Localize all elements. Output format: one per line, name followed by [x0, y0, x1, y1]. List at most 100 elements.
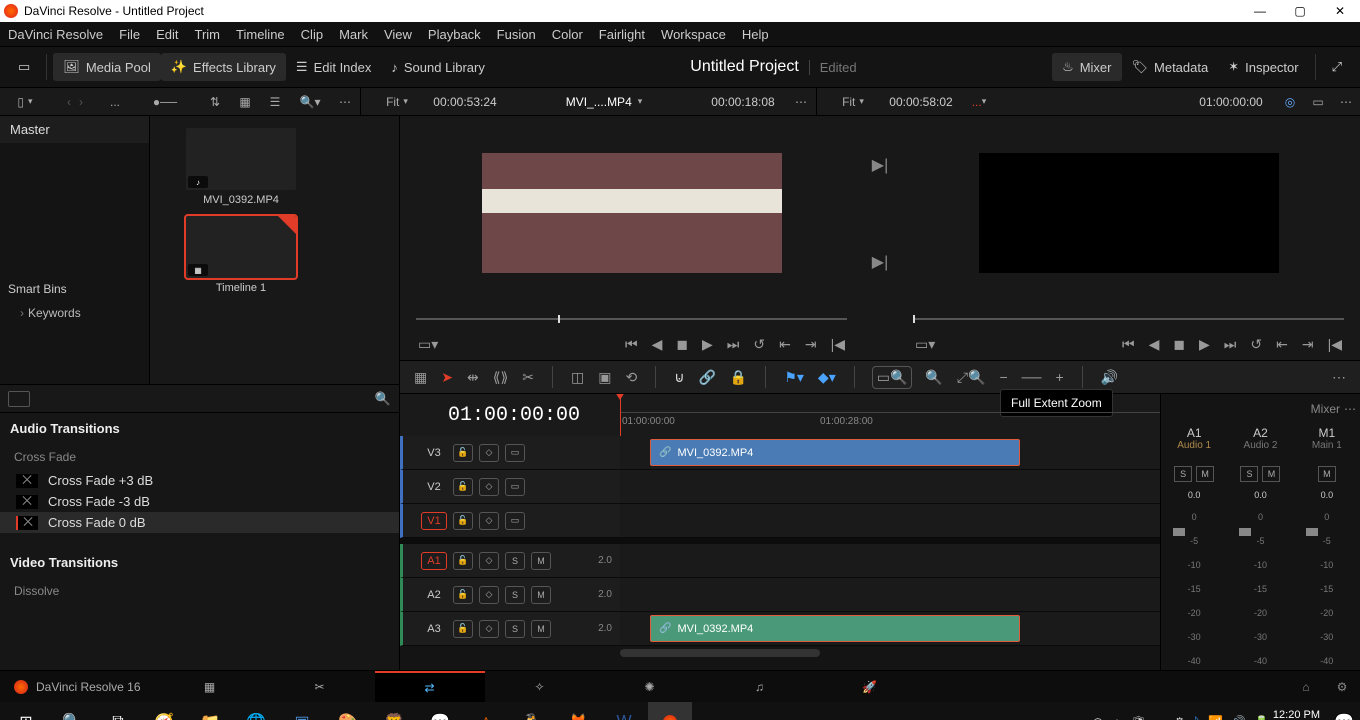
auto-select-button[interactable]: ◇ — [479, 620, 499, 638]
source-options-button[interactable]: ⋯ — [795, 95, 807, 109]
list-view-button[interactable]: ☰ — [270, 95, 281, 109]
menu-help[interactable]: Help — [742, 27, 769, 42]
p-play-reverse-button[interactable]: ◀ — [1149, 336, 1160, 353]
lock-icon[interactable]: 🔓 — [453, 444, 473, 462]
fader-a2[interactable]: 0.0 0-5-10-15-20-30-40 — [1227, 486, 1293, 670]
p-mark-out-button[interactable]: ⇥ — [1302, 336, 1314, 353]
grid-view-button[interactable]: ▦ — [239, 95, 250, 109]
full-extent-zoom-button[interactable]: ▭🔍 — [873, 367, 912, 388]
tray-icon[interactable]: ▲ — [1111, 715, 1123, 720]
tray-icon[interactable]: ☁ — [1154, 715, 1166, 720]
tray-battery-icon[interactable]: 🔋 — [1254, 715, 1269, 720]
source-mode-button[interactable]: ▭▾ — [418, 336, 438, 353]
insert-button[interactable]: ◫ — [571, 369, 584, 386]
project-settings-button[interactable]: ⚙ — [1324, 680, 1360, 694]
taskbar-app-2[interactable]: 📁 — [188, 702, 232, 720]
solo-button[interactable]: S — [1174, 466, 1192, 482]
source-viewer[interactable] — [400, 116, 863, 310]
selection-tool[interactable]: ➤ — [441, 369, 453, 386]
track-header-a2[interactable]: A2 🔓 ◇ S M 2.0 — [400, 578, 620, 612]
window-maximize-button[interactable]: ▢ — [1280, 0, 1320, 22]
bin-slider[interactable]: ●── — [153, 95, 177, 109]
timeline-options-button[interactable]: ⋯ — [1332, 369, 1346, 386]
tray-bluetooth-icon[interactable]: ᛒ — [1193, 715, 1200, 720]
auto-select-button[interactable]: ◇ — [479, 444, 499, 462]
tray-icon[interactable]: 🛡 — [1131, 715, 1146, 720]
bin-search-button[interactable]: 🔍▾ — [300, 95, 321, 109]
mute-button[interactable]: M — [1318, 466, 1336, 482]
next-edit-icon[interactable]: ▶| — [872, 252, 888, 272]
solo-button[interactable]: S — [505, 586, 525, 604]
page-media[interactable]: ▦ — [155, 671, 265, 702]
mute-button[interactable]: M — [531, 620, 551, 638]
tray-wifi-icon[interactable]: 📶 — [1208, 715, 1223, 720]
auto-select-button[interactable]: ◇ — [479, 586, 499, 604]
effect-crossfade-minus3[interactable]: ⨉Cross Fade -3 dB — [0, 491, 399, 512]
track-header-a1[interactable]: A1 🔓 ◇ S M 2.0 — [400, 544, 620, 578]
page-cut[interactable]: ✂ — [265, 671, 375, 702]
bin-options-button[interactable]: ⋯ — [339, 95, 351, 109]
smart-bin-keywords[interactable]: ›Keywords — [0, 302, 149, 324]
effects-search-button[interactable]: 🔍 — [375, 391, 391, 407]
single-viewer-button[interactable]: ▭ — [1312, 95, 1323, 109]
menu-fusion[interactable]: Fusion — [497, 27, 536, 42]
menu-workspace[interactable]: Workspace — [661, 27, 726, 42]
page-edit[interactable]: ⇄ — [375, 671, 485, 702]
timeline-ruler[interactable]: 01:00:00:00 01:00:28:00 — [620, 394, 1160, 436]
home-button[interactable]: ⌂ — [1288, 680, 1324, 694]
menu-edit[interactable]: Edit — [156, 27, 178, 42]
taskbar-app-4[interactable]: ▣ — [280, 702, 324, 720]
mute-button[interactable]: M — [1262, 466, 1280, 482]
flag-button[interactable]: ⚑▾ — [784, 369, 804, 386]
menu-file[interactable]: File — [119, 27, 140, 42]
tray-icon[interactable]: ⚙ — [1174, 715, 1185, 720]
mark-in-button[interactable]: ⇤ — [779, 336, 791, 353]
p-go-last-button[interactable]: ⏭ — [1224, 336, 1237, 353]
auto-select-button[interactable]: ◇ — [479, 552, 499, 570]
fader-knob[interactable] — [1239, 528, 1251, 536]
mixer-toggle[interactable]: ♨Mixer — [1052, 53, 1121, 81]
custom-zoom-button[interactable]: ⤢🔍 — [957, 369, 986, 386]
taskbar-app-10[interactable]: 🦊 — [556, 702, 600, 720]
p-loop-button[interactable]: ↺ — [1250, 336, 1262, 353]
timeline-timecode[interactable]: 01:00:00:00 — [400, 404, 620, 427]
mute-button[interactable]: 🔊 — [1101, 369, 1118, 386]
menu-view[interactable]: View — [384, 27, 412, 42]
mark-out-button[interactable]: ⇥ — [805, 336, 817, 353]
mute-button[interactable]: M — [531, 586, 551, 604]
lock-icon[interactable]: 🔓 — [453, 620, 473, 638]
overwrite-button[interactable]: ▣ — [598, 369, 611, 386]
clip-video-v3[interactable]: 🔗 MVI_0392.MP4 — [650, 439, 1020, 466]
go-in-button[interactable]: |◀ — [831, 336, 845, 353]
menu-davinci[interactable]: DaVinci Resolve — [8, 27, 103, 42]
track-style-button[interactable]: ▭ — [505, 478, 525, 496]
fader-knob[interactable] — [1306, 528, 1318, 536]
dynamic-trim-tool[interactable]: ⟪⟫ — [493, 369, 509, 386]
p-go-first-button[interactable]: ⏮ — [1122, 336, 1135, 353]
program-mode-button[interactable]: ▭▾ — [915, 336, 935, 353]
snap-button[interactable]: ⊍ — [674, 369, 684, 386]
taskbar-app-resolve[interactable] — [648, 702, 692, 720]
menu-clip[interactable]: Clip — [301, 27, 323, 42]
lock-icon[interactable]: 🔓 — [453, 552, 473, 570]
p-go-in-button[interactable]: |◀ — [1328, 336, 1342, 353]
start-button[interactable]: ⊞ — [4, 702, 48, 720]
prev-edit-icon[interactable]: ▶| — [872, 155, 888, 175]
mute-button[interactable]: M — [531, 552, 551, 570]
notifications-button[interactable]: 💬 — [1332, 702, 1356, 720]
play-reverse-button[interactable]: ◀ — [652, 336, 663, 353]
panel-layout-button[interactable]: ▯ — [17, 95, 24, 109]
menu-color[interactable]: Color — [552, 27, 583, 42]
loop-button[interactable]: ↺ — [753, 336, 765, 353]
program-fit-dropdown[interactable]: Fit — [842, 95, 855, 109]
track-header-a3[interactable]: A3 🔓 ◇ S M 2.0 — [400, 612, 620, 646]
lock-icon[interactable]: 🔓 — [453, 478, 473, 496]
taskbar-app-8[interactable]: △ — [464, 702, 508, 720]
program-viewer[interactable] — [897, 116, 1360, 310]
source-clip-name[interactable]: MVI_....MP4 — [566, 95, 632, 109]
track-header-v3[interactable]: V3 🔓 ◇ ▭ — [400, 436, 620, 470]
replace-button[interactable]: ⟲ — [625, 369, 637, 386]
clip-audio-a3[interactable]: 🔗 MVI_0392.MP4 — [650, 615, 1020, 642]
taskbar-app-5[interactable]: 🎨 — [326, 702, 370, 720]
expand-button[interactable]: ⤢ — [1322, 53, 1352, 81]
